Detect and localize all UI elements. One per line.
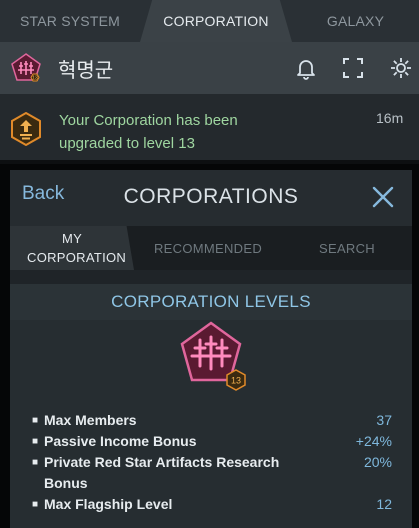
dialog-header: Back CORPORATIONS xyxy=(10,170,412,226)
corporation-name: 혁명군 xyxy=(58,60,114,82)
bell-icon[interactable] xyxy=(294,56,318,80)
corp-level-small: 13 xyxy=(32,76,38,82)
tab-recommended-label: RECOMMENDED xyxy=(153,240,263,256)
benefit-label: Private Red Star Artifacts Research Bonu… xyxy=(44,454,280,491)
benefit-label: Passive Income Bonus xyxy=(44,433,197,449)
tab-my-corporation-label: MY CORPORATION xyxy=(27,231,127,265)
corporations-dialog: Back CORPORATIONS MY CORPORATION RECOMME… xyxy=(10,170,412,528)
tab-galaxy[interactable]: GALAXY xyxy=(292,0,419,42)
expand-icon[interactable] xyxy=(341,56,365,80)
tab-search-label: SEARCH xyxy=(319,240,375,256)
benefit-value: 12 xyxy=(376,496,392,512)
tab-star-system[interactable]: STAR SYSTEM xyxy=(0,0,140,42)
benefit-red-star-research: ■ Private Red Star Artifacts Research Bo… xyxy=(32,452,392,494)
tab-recommended[interactable]: RECOMMENDED xyxy=(134,226,282,270)
bullet-icon: ■ xyxy=(32,499,39,510)
corporation-level-badge: 13 xyxy=(226,369,246,391)
benefit-label: Max Members xyxy=(44,412,137,428)
bullet-icon: ■ xyxy=(32,415,39,426)
corporation-header: 13 혁명군 xyxy=(0,42,419,94)
gear-icon[interactable] xyxy=(389,56,413,80)
level-up-icon xyxy=(11,112,41,146)
dialog-title: CORPORATIONS xyxy=(123,185,299,208)
corporation-tabs: MY CORPORATION RECOMMENDED SEARCH xyxy=(10,226,412,270)
close-icon[interactable] xyxy=(371,185,395,209)
benefit-passive-income: ■ Passive Income Bonus +24% xyxy=(32,431,392,452)
benefit-value: +24% xyxy=(355,433,392,449)
corporation-emblem-icon[interactable]: 13 xyxy=(10,52,42,84)
notification-message: Your Corporation has been upgraded to le… xyxy=(59,112,238,152)
tab-corporation[interactable]: CORPORATION xyxy=(140,0,292,42)
corporation-level-text: 13 xyxy=(231,376,241,386)
bullet-icon: ■ xyxy=(32,457,39,468)
benefit-max-flagship-level: ■ Max Flagship Level 12 xyxy=(32,494,392,515)
benefit-value: 20% xyxy=(363,454,392,470)
notification-time: 16m xyxy=(376,110,404,126)
bullet-icon: ■ xyxy=(32,436,39,447)
tab-my-corporation[interactable]: MY CORPORATION xyxy=(10,226,134,270)
tab-search[interactable]: SEARCH xyxy=(300,226,394,270)
benefit-label: Max Flagship Level xyxy=(44,496,173,512)
notification-banner[interactable]: Your Corporation has been upgraded to le… xyxy=(0,94,419,164)
corporation-levels-title: CORPORATION LEVELS xyxy=(10,284,412,320)
top-tab-bar: STAR SYSTEM CORPORATION GALAXY xyxy=(0,0,419,42)
level-benefits-list: ■ Max Members 37 ■ Passive Income Bonus … xyxy=(32,410,392,515)
benefit-value: 37 xyxy=(376,412,392,428)
benefit-max-members: ■ Max Members 37 xyxy=(32,410,392,431)
